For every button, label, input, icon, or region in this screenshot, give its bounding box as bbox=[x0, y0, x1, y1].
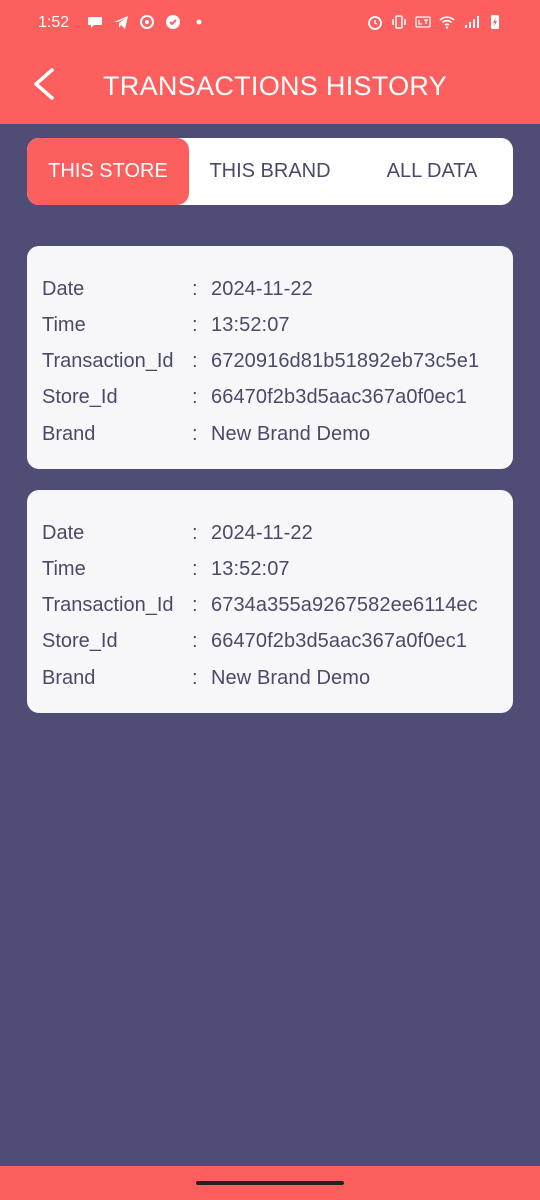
status-right-icons bbox=[366, 13, 504, 31]
row-label: Time bbox=[42, 558, 86, 580]
wifi-icon bbox=[439, 16, 455, 29]
row-separator: : bbox=[192, 314, 198, 336]
tab-this-brand[interactable]: THIS BRAND bbox=[189, 138, 351, 205]
row-separator: : bbox=[192, 630, 198, 652]
tab-bar: THIS STORE THIS BRAND ALL DATA bbox=[27, 138, 513, 205]
row-separator: : bbox=[192, 386, 198, 408]
row-label: Time bbox=[42, 314, 86, 336]
row-separator: : bbox=[192, 423, 198, 445]
page-title: TRANSACTIONS HISTORY bbox=[103, 71, 448, 101]
date-value: 2024-11-22 bbox=[211, 278, 313, 300]
brand-value: New Brand Demo bbox=[211, 667, 371, 689]
row-label: Brand bbox=[42, 423, 96, 445]
back-button[interactable] bbox=[22, 62, 66, 106]
row-label: Transaction_Id bbox=[42, 594, 174, 616]
row-separator: : bbox=[192, 350, 198, 372]
transaction-id-value: 6720916d81b51892eb73c5e1 bbox=[211, 350, 480, 372]
brand-value: New Brand Demo bbox=[211, 423, 371, 445]
transaction-card: Date : 2024-11-22 Time : 13:52:07 Transa… bbox=[27, 246, 513, 469]
status-bar: 1:52 bbox=[0, 0, 540, 48]
row-label: Brand bbox=[42, 667, 96, 689]
row-label: Date bbox=[42, 522, 85, 544]
battery-charging-icon bbox=[491, 15, 499, 29]
chevron-left-icon bbox=[34, 68, 54, 100]
transaction-card: Date : 2024-11-22 Time : 13:52:07 Transa… bbox=[27, 490, 513, 713]
dot-icon bbox=[196, 19, 202, 25]
tab-this-store[interactable]: THIS STORE bbox=[27, 138, 189, 205]
status-left-icons bbox=[86, 13, 208, 31]
status-time: 1:52 bbox=[38, 14, 70, 31]
store-id-value: 66470f2b3d5aac367a0f0ec1 bbox=[211, 630, 467, 652]
store-id-value: 66470f2b3d5aac367a0f0ec1 bbox=[211, 386, 467, 408]
row-label: Store_Id bbox=[42, 386, 118, 408]
alarm-icon bbox=[368, 16, 382, 30]
app-bar: TRANSACTIONS HISTORY bbox=[0, 48, 540, 124]
row-separator: : bbox=[192, 522, 198, 544]
chat-bubble-icon bbox=[88, 17, 102, 28]
time-value: 13:52:07 bbox=[211, 558, 290, 580]
row-separator: : bbox=[192, 278, 198, 300]
vibrate-icon bbox=[392, 15, 406, 29]
row-separator: : bbox=[192, 594, 198, 616]
tab-all-data[interactable]: ALL DATA bbox=[351, 138, 513, 205]
transaction-id-value: 6734a355a9267582ee6114ec bbox=[211, 594, 478, 616]
check-circle-icon bbox=[166, 15, 180, 29]
date-value: 2024-11-22 bbox=[211, 522, 313, 544]
row-separator: : bbox=[192, 558, 198, 580]
row-separator: : bbox=[192, 667, 198, 689]
telegram-icon bbox=[114, 16, 128, 29]
row-label: Transaction_Id bbox=[42, 350, 174, 372]
signal-icon bbox=[465, 16, 479, 28]
home-indicator[interactable] bbox=[196, 1181, 344, 1185]
navigation-bar bbox=[0, 1166, 540, 1200]
row-label: Store_Id bbox=[42, 630, 118, 652]
app-icon bbox=[140, 15, 154, 29]
volte-icon bbox=[415, 16, 431, 28]
row-label: Date bbox=[42, 278, 85, 300]
time-value: 13:52:07 bbox=[211, 314, 290, 336]
